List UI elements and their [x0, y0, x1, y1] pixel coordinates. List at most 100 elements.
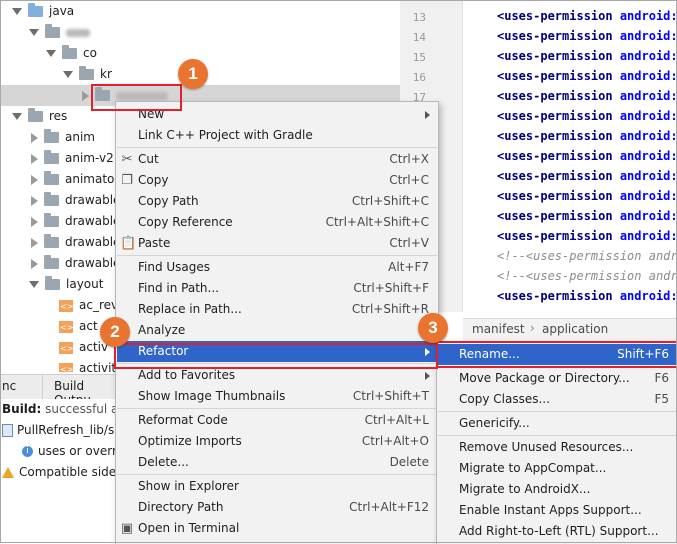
menu-item-link-c-project-with-gradle[interactable]: Link C++ Project with Gradle	[117, 125, 437, 146]
step-badge-2: 2	[100, 317, 130, 347]
tree-item-label: anim	[65, 130, 95, 144]
menu-item-label: Migrate to AndroidX...	[459, 482, 591, 496]
menu-item-label: Copy Reference	[138, 215, 233, 229]
folder-icon	[44, 150, 59, 164]
menu-item-add-to-favorites[interactable]: Add to Favorites	[117, 365, 437, 386]
menu-item-label: Open in Terminal	[138, 521, 240, 535]
breadcrumb-manifest[interactable]: manifest	[472, 322, 525, 336]
menu-item-add-right-to-left-rtl-support[interactable]: Add Right-to-Left (RTL) Support...	[438, 521, 677, 542]
submenu-arrow-icon	[425, 372, 430, 380]
tree-item[interactable]: layout	[29, 274, 103, 295]
tree-item[interactable]: java	[12, 1, 74, 22]
menu-item-shortcut: Shift+F6	[617, 347, 669, 361]
chevron-down-icon[interactable]	[29, 29, 39, 36]
chevron-right-icon[interactable]	[31, 132, 38, 143]
menu-item-label: Rename...	[459, 347, 520, 361]
chevron-right-icon[interactable]	[31, 237, 38, 248]
build-row-info[interactable]: i uses or overric	[22, 444, 127, 458]
tree-item[interactable]: kr	[63, 64, 112, 85]
menu-separator	[438, 435, 677, 436]
chevron-right-icon[interactable]	[31, 216, 38, 227]
xml-file-icon	[59, 317, 73, 338]
menu-item-shortcut: F6	[654, 371, 669, 385]
code-attribute: android:n	[619, 49, 677, 63]
chevron-right-icon[interactable]	[31, 153, 38, 164]
chevron-down-icon[interactable]	[12, 8, 22, 15]
code-line: <uses-permission android:n	[497, 149, 677, 163]
tree-item[interactable]: activit	[46, 358, 116, 372]
menu-item-new[interactable]: New	[117, 104, 437, 125]
build-file-text: PullRefresh_lib/sr	[17, 423, 120, 437]
chevron-down-icon[interactable]	[29, 281, 39, 288]
menu-item-refactor[interactable]: Refactor	[117, 341, 437, 362]
folder-icon	[79, 66, 94, 80]
menu-item-paste[interactable]: 📋 Paste Ctrl+V	[117, 233, 437, 254]
code-tag: <uses-permission	[497, 29, 613, 43]
menu-item-copy-path[interactable]: Copy Path Ctrl+Shift+C	[117, 191, 437, 212]
menu-item-find-usages[interactable]: Find Usages Alt+F7	[117, 257, 437, 278]
menu-item-move-package-or-directory[interactable]: Move Package or Directory... F6	[438, 368, 677, 389]
tree-item[interactable]: drawable-	[29, 232, 125, 253]
menu-item-label: Copy Classes...	[459, 392, 550, 406]
chevron-right-icon[interactable]	[82, 90, 89, 101]
chevron-down-icon[interactable]	[46, 50, 56, 57]
tree-item[interactable]	[29, 22, 90, 43]
menu-item-migrate-to-appcompat[interactable]: Migrate to AppCompat...	[438, 458, 677, 479]
menu-item-copy[interactable]: ❐ Copy Ctrl+C	[117, 170, 437, 191]
menu-item-genericify[interactable]: Genericify...	[438, 413, 677, 434]
tree-item[interactable]: anim	[29, 127, 95, 148]
tree-item-label: layout	[66, 277, 104, 291]
menu-item-copy-reference[interactable]: Copy Reference Ctrl+Alt+Shift+C	[117, 212, 437, 233]
menu-item-replace-in-path[interactable]: Replace in Path... Ctrl+Shift+R	[117, 299, 437, 320]
tree-item[interactable]: animator	[29, 169, 119, 190]
tree-item[interactable]: act	[46, 316, 98, 338]
tree-item[interactable]: drawable	[29, 190, 120, 211]
menu-item-directory-path[interactable]: Directory Path Ctrl+Alt+F12	[117, 497, 437, 518]
chevron-right-icon[interactable]	[31, 174, 38, 185]
build-tool-tabs: nc Build Outpu	[0, 374, 120, 407]
tab-sync[interactable]: nc	[2, 379, 16, 393]
menu-item-reformat-code[interactable]: Reformat Code Ctrl+Alt+L	[117, 410, 437, 431]
build-row-file[interactable]: PullRefresh_lib/sr	[2, 423, 119, 437]
code-attribute: android:n	[619, 289, 677, 303]
menu-item-label: Genericify...	[459, 416, 530, 430]
folder-icon	[44, 255, 59, 269]
menu-item-rename[interactable]: Rename... Shift+F6	[438, 344, 677, 365]
menu-item-cut[interactable]: ✂ Cut Ctrl+X	[117, 149, 437, 170]
menu-item-shortcut: Ctrl+Shift+T	[352, 389, 429, 403]
menu-item-open-in-terminal[interactable]: ▣ Open in Terminal	[117, 518, 437, 539]
menu-item-migrate-to-androidx[interactable]: Migrate to AndroidX...	[438, 479, 677, 500]
tree-item[interactable]: res	[12, 106, 67, 127]
menu-item-label: Find Usages	[138, 260, 211, 274]
info-icon: i	[22, 446, 33, 457]
folder-icon	[45, 24, 60, 38]
code-tag: <uses-permission	[497, 189, 613, 203]
menu-item-show-image-thumbnails[interactable]: Show Image Thumbnails Ctrl+Shift+T	[117, 386, 437, 407]
menu-item-label: Migrate to AppCompat...	[459, 461, 607, 475]
menu-item-label: Reformat Code	[138, 413, 228, 427]
code-attribute: andro	[648, 249, 677, 263]
step-badge-1: 1	[178, 59, 208, 89]
chevron-down-icon[interactable]	[12, 113, 22, 120]
tree-item[interactable]: drawable-	[29, 253, 125, 274]
menu-item-remove-unused-resources[interactable]: Remove Unused Resources...	[438, 437, 677, 458]
tree-item[interactable]: anim-v21	[29, 148, 121, 169]
build-row-warning[interactable]: Compatible side b	[2, 465, 128, 479]
chevron-down-icon[interactable]	[63, 71, 73, 78]
menu-item-analyze[interactable]: Analyze	[117, 320, 437, 341]
menu-item-delete[interactable]: Delete... Delete	[117, 452, 437, 473]
menu-item-show-in-explorer[interactable]: Show in Explorer	[117, 476, 437, 497]
chevron-right-icon[interactable]	[31, 195, 38, 206]
tree-item[interactable]: co	[46, 43, 97, 64]
tree-item[interactable]: activ	[46, 337, 108, 359]
tree-item[interactable]: drawable-	[29, 211, 125, 232]
tree-item[interactable]: ac_rev	[46, 295, 118, 317]
menu-item-copy-classes[interactable]: Copy Classes... F5	[438, 389, 677, 410]
breadcrumb-application[interactable]: application	[542, 322, 608, 336]
tree-item-label: kr	[100, 67, 112, 81]
menu-item-find-in-path[interactable]: Find in Path... Ctrl+Shift+F	[117, 278, 437, 299]
menu-item-shortcut: Ctrl+V	[389, 236, 429, 250]
chevron-right-icon[interactable]	[31, 258, 38, 269]
menu-item-enable-instant-apps-support[interactable]: Enable Instant Apps Support...	[438, 500, 677, 521]
menu-item-optimize-imports[interactable]: Optimize Imports Ctrl+Alt+O	[117, 431, 437, 452]
